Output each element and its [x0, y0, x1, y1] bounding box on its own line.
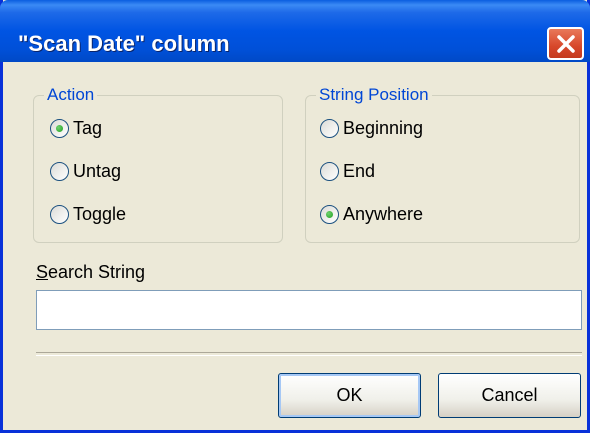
radio-button[interactable]: [320, 204, 339, 224]
radio-label: Untag: [73, 160, 122, 181]
radio-untag[interactable]: Untag: [50, 157, 121, 185]
action-group: Action Tag Untag Toggle: [33, 85, 283, 243]
search-string-input[interactable]: [36, 290, 582, 330]
cancel-button[interactable]: Cancel: [438, 373, 581, 418]
ok-button[interactable]: OK: [278, 373, 421, 418]
close-icon: [557, 35, 575, 53]
dialog-window: "Scan Date" column Action Tag Untag Togg…: [0, 0, 590, 433]
radio-button[interactable]: [50, 118, 69, 138]
radio-end[interactable]: End: [320, 157, 375, 185]
radio-toggle[interactable]: Toggle: [50, 200, 126, 228]
search-label-rest: earch String: [48, 262, 146, 282]
search-string-label: Search String: [36, 262, 145, 283]
radio-label: Toggle: [73, 203, 127, 224]
search-label-accel: S: [36, 262, 49, 282]
radio-label: Beginning: [343, 117, 424, 138]
radio-button[interactable]: [50, 161, 69, 181]
action-group-legend: Action: [44, 85, 98, 105]
radio-button[interactable]: [320, 161, 339, 181]
radio-beginning[interactable]: Beginning: [320, 114, 423, 142]
radio-anywhere[interactable]: Anywhere: [320, 200, 423, 228]
radio-label: Tag: [73, 117, 103, 138]
radio-label: Anywhere: [343, 203, 424, 224]
string-position-legend: String Position: [316, 85, 432, 105]
close-button[interactable]: [547, 27, 584, 60]
window-title: "Scan Date" column: [18, 31, 230, 56]
radio-button[interactable]: [50, 204, 69, 224]
radio-tag[interactable]: Tag: [50, 114, 102, 142]
radio-label: End: [343, 160, 376, 181]
string-position-group: String Position Beginning End Anywhere: [305, 85, 580, 243]
separator: [36, 352, 582, 356]
radio-button[interactable]: [320, 118, 339, 138]
title-bar[interactable]: "Scan Date" column: [0, 0, 590, 62]
